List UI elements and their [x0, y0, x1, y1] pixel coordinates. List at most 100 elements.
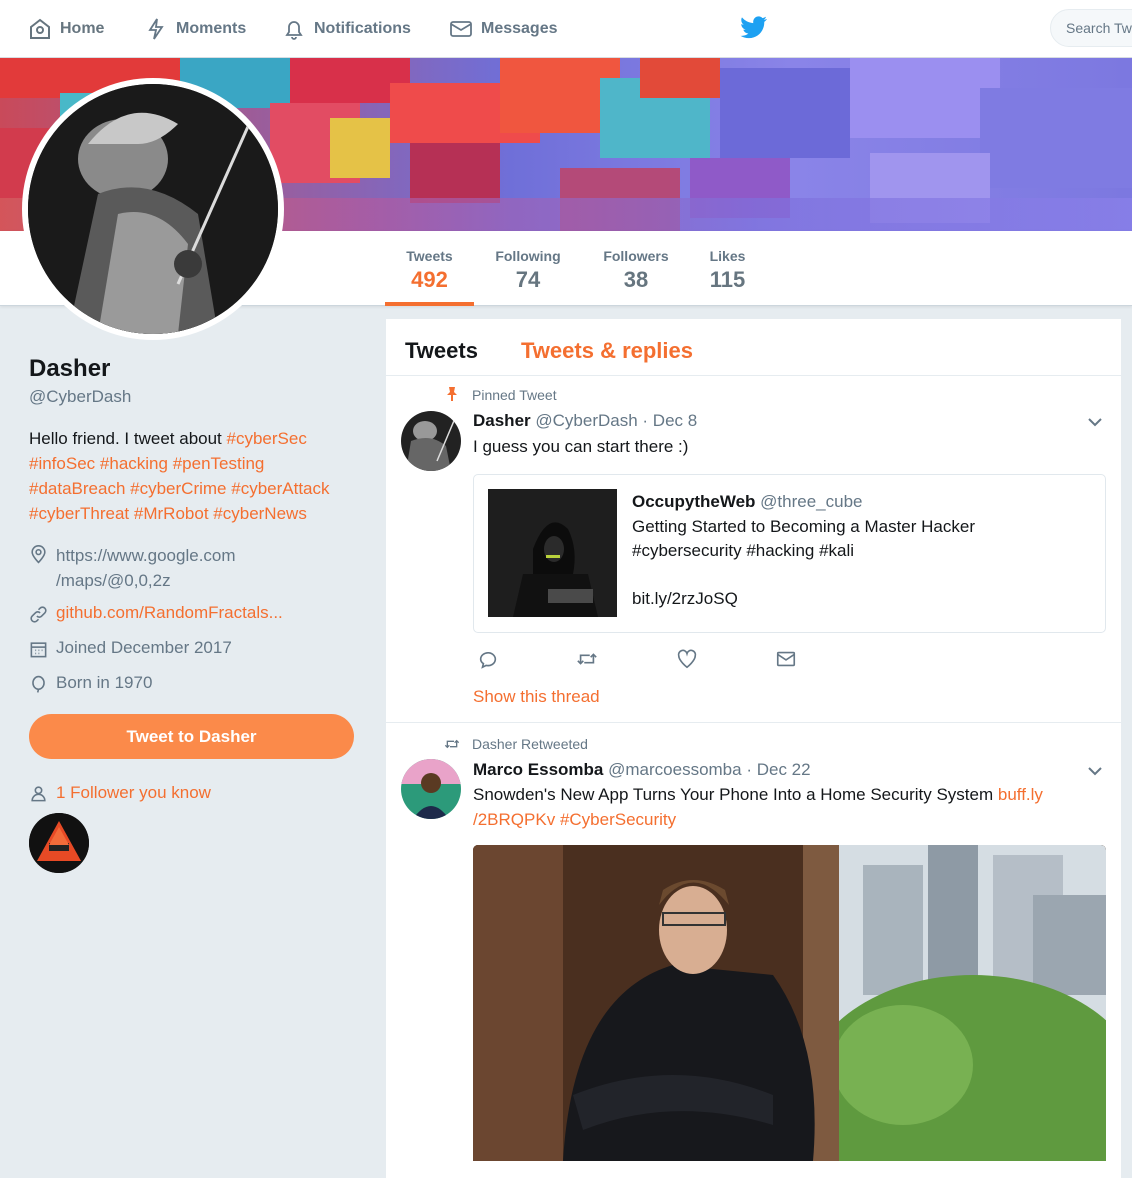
known-follower-image [29, 813, 89, 873]
stat-followers[interactable]: Followers 38 [594, 231, 678, 306]
bio-hashtag[interactable]: #cyberAttack [231, 479, 329, 498]
tweet-author-name[interactable]: Marco Essomba [473, 760, 603, 779]
stat-followers-value: 38 [623, 267, 649, 292]
tweet-author-name[interactable]: Dasher [473, 411, 531, 430]
avatar-image [28, 84, 278, 334]
tweet-text: Snowden's New App Turns Your Phone Into … [473, 782, 1093, 832]
tweet-to-button[interactable]: Tweet to Dasher [29, 714, 354, 759]
profile-born-text: Born in 1970 [56, 673, 153, 692]
top-navigation: Home Moments Notifications Messages [0, 0, 1132, 58]
nav-messages-label: Messages [481, 20, 558, 37]
link-icon [30, 606, 47, 623]
reply-icon[interactable] [477, 648, 499, 670]
bio-hashtag[interactable]: #MrRobot [134, 504, 209, 523]
bio-hashtag[interactable]: #dataBreach [29, 479, 125, 498]
profile-url-text[interactable]: github.com/RandomFractals... [56, 603, 283, 624]
bio-hashtag[interactable]: #cyberSec [227, 429, 307, 448]
stat-followers-label: Followers [603, 248, 669, 264]
tweet-item[interactable]: Dasher Retweeted Marco Essomba @marcoess… [386, 723, 1121, 1178]
followers-you-know-link[interactable]: 1 Follower you know [29, 783, 211, 803]
tweet-context[interactable]: Dasher Retweeted [472, 736, 588, 752]
retweet-icon [444, 739, 460, 749]
chevron-down-icon[interactable] [1086, 762, 1104, 780]
profile-url[interactable]: github.com/RandomFractals... [29, 603, 283, 624]
stat-likes-label: Likes [709, 248, 746, 264]
nav-moments-label: Moments [176, 20, 247, 37]
person-icon [31, 786, 46, 802]
quoted-line-3: bit.ly/2rzJoSQ [632, 589, 738, 608]
profile-name[interactable]: Dasher [29, 355, 110, 383]
timeline: Tweets Tweets & replies Pinned Tweet Das… [386, 319, 1121, 1178]
profile-avatar[interactable] [22, 78, 284, 340]
tweet-link[interactable]: buff.ly [998, 785, 1043, 804]
bio-hashtag[interactable]: #penTesting [173, 454, 265, 473]
bio-hashtag[interactable]: #cyberThreat [29, 504, 129, 523]
tweet-item[interactable]: Pinned Tweet Dasher @CyberDash · Dec 8 I… [386, 376, 1121, 723]
nav-home-label: Home [60, 20, 105, 37]
tweet-author-handle[interactable]: @CyberDash [535, 411, 637, 430]
quoted-line-1: Getting Started to Becoming a Master Hac… [632, 517, 975, 536]
balloon-icon [32, 675, 45, 693]
envelope-icon [450, 21, 472, 37]
tab-tweets-and-replies[interactable]: Tweets & replies [521, 338, 693, 364]
timeline-tabs: Tweets Tweets & replies [386, 319, 1121, 376]
quoted-author-handle[interactable]: @three_cube [760, 492, 862, 511]
bio-hashtag[interactable]: #infoSec [29, 454, 95, 473]
profile-handle[interactable]: @CyberDash [29, 387, 131, 407]
tweet-author-avatar-image [401, 411, 461, 471]
bell-icon [285, 21, 303, 40]
followers-you-know-text[interactable]: 1 Follower you know [56, 783, 211, 803]
tweet-header: Dasher @CyberDash · Dec 8 [473, 411, 697, 431]
envelope-icon[interactable] [775, 648, 797, 670]
retweet-icon[interactable] [576, 648, 598, 670]
nav-moments[interactable]: Moments [144, 14, 246, 44]
stat-following[interactable]: Following 74 [486, 231, 570, 306]
stat-tweets-label: Tweets [406, 248, 453, 264]
show-thread-link[interactable]: Show this thread [473, 687, 600, 707]
profile-joined: Joined December 2017 [29, 638, 232, 659]
bio-hashtag[interactable]: #hacking [100, 454, 168, 473]
twitter-bird-icon[interactable] [740, 16, 768, 40]
tweet-media-image[interactable] [473, 845, 1106, 1161]
bio-hashtag[interactable]: #cyberNews [213, 504, 307, 523]
stat-tweets-value: 492 [411, 267, 448, 292]
stat-following-value: 74 [515, 267, 541, 292]
profile-born: Born in 1970 [29, 673, 152, 694]
tweet-date[interactable]: · Dec 8 [642, 411, 697, 430]
bio-hashtag[interactable]: #cyberCrime [130, 479, 226, 498]
profile-joined-text: Joined December 2017 [56, 638, 232, 657]
tweet-author-handle[interactable]: @marcoessomba [608, 760, 741, 779]
tweet-author-avatar[interactable] [401, 759, 461, 819]
samurai-image [28, 84, 278, 334]
known-follower-avatar[interactable] [29, 813, 89, 873]
tweet-context: Pinned Tweet [472, 387, 557, 403]
quoted-author-name[interactable]: OccupytheWeb [632, 492, 755, 511]
tweet-hashtag[interactable]: #CyberSecurity [560, 810, 676, 829]
heart-icon[interactable] [676, 648, 698, 670]
tweet-link[interactable]: /2BRQPKv [473, 810, 555, 829]
lightning-icon [148, 18, 164, 40]
chevron-down-icon[interactable] [1086, 413, 1104, 431]
quoted-tweet-card[interactable]: OccupytheWeb @three_cube Getting Started… [473, 474, 1106, 633]
nav-notifications[interactable]: Notifications [282, 14, 411, 44]
tweet-author-avatar-image [401, 759, 461, 819]
location-line-1: https://www.google.com [56, 546, 236, 565]
quoted-line-2: #cybersecurity #hacking #kali [632, 541, 855, 560]
nav-messages[interactable]: Messages [449, 14, 558, 44]
snowden-photo [473, 845, 1106, 1161]
tab-tweets[interactable]: Tweets [405, 338, 478, 364]
stat-tweets[interactable]: Tweets 492 [385, 231, 474, 306]
pin-icon [447, 387, 457, 401]
tweet-text: I guess you can start there :) [473, 437, 689, 456]
search-input[interactable] [1050, 9, 1132, 47]
tweet-header: Marco Essomba @marcoessomba · Dec 22 [473, 760, 811, 780]
tweet-actions [473, 648, 873, 672]
tweet-author-avatar[interactable] [401, 411, 461, 471]
tweet-date[interactable]: · Dec 22 [746, 760, 810, 779]
profile-bio: Hello friend. I tweet about #cyberSec #i… [29, 426, 359, 526]
profile-location: https://www.google.com /maps/@0,0,2z [29, 543, 236, 593]
nav-home[interactable]: Home [28, 14, 104, 44]
location-line-2: /maps/@0,0,2z [56, 571, 171, 590]
stat-likes[interactable]: Likes 115 [700, 231, 755, 306]
calendar-icon [30, 642, 47, 658]
